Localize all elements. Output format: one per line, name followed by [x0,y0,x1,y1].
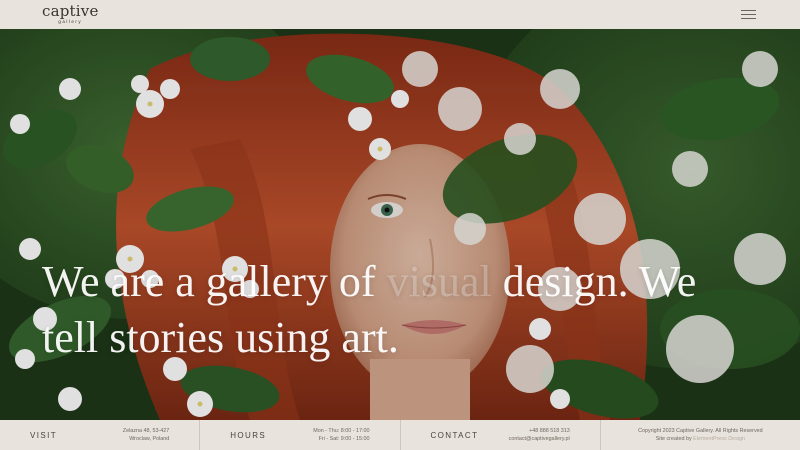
hero-section: We are a gallery of visual design. We te… [0,29,800,420]
footer-contact: CONTACT +48 888 518 313 contact@captiveg… [401,420,601,450]
site-footer: VISIT Zelazna 48, 53-427 Wroclaw, Poland… [0,420,800,450]
logo-subtitle: gallery [58,19,83,25]
contact-phone[interactable]: +48 888 518 313 [509,427,570,435]
hero-headline: We are a gallery of visual design. We te… [42,254,762,366]
copyright-line: Copyright 2023 Captive Gallery. All Righ… [638,428,763,434]
footer-contact-label[interactable]: CONTACT [431,431,479,440]
footer-hours-times: Mon - Thu: 8:00 - 17:00 Fri - Sat: 9:00 … [313,427,369,443]
contact-email[interactable]: contact@captivegallery.pl [509,435,570,443]
credit-prefix: Site created by [655,436,694,442]
footer-visit-label[interactable]: VISIT [30,431,57,440]
footer-hours: HOURS Mon - Thu: 8:00 - 17:00 Fri - Sat:… [200,420,401,450]
hours-line-2: Fri - Sat: 9:00 - 15:00 [318,436,370,442]
hamburger-menu-icon[interactable] [741,10,756,19]
site-header: captive gallery [0,0,800,29]
copyright-text: Copyright 2023 Captive Gallery. All Righ… [638,427,763,443]
credit-line: Site created by ElementPress Design [638,435,763,443]
address-line-2: Wroclaw, Poland [129,436,170,442]
credit-link[interactable]: ElementPress Design [693,436,745,442]
footer-contact-info: +48 888 518 313 contact@captivegallery.p… [509,427,570,443]
hero-headline-part1: We are a gallery of [42,257,387,306]
footer-hours-label[interactable]: HOURS [230,431,266,440]
logo-wordmark: captive [42,2,99,21]
site-logo[interactable]: captive gallery [42,4,99,25]
footer-copyright: Copyright 2023 Captive Gallery. All Righ… [601,420,800,450]
hero-headline-muted: visual [386,257,492,306]
footer-visit-address: Zelazna 48, 53-427 Wroclaw, Poland [123,427,169,443]
address-line-1: Zelazna 48, 53-427 [122,428,170,434]
footer-visit: VISIT Zelazna 48, 53-427 Wroclaw, Poland [0,420,201,450]
hours-line-1: Mon - Thu: 8:00 - 17:00 [313,428,370,434]
